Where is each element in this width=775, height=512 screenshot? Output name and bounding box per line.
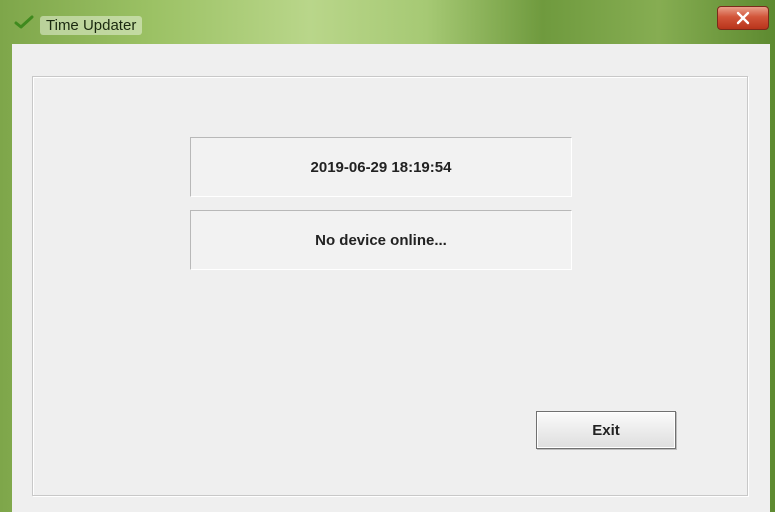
device-status-display: No device online... <box>190 210 572 270</box>
exit-button[interactable]: Exit <box>536 411 676 449</box>
datetime-display: 2019-06-29 18:19:54 <box>190 137 572 197</box>
checkmark-icon <box>14 14 34 30</box>
close-icon <box>736 11 750 25</box>
app-window: Time Updater 2019-06-29 18:19:54 No devi… <box>0 0 775 512</box>
client-area: 2019-06-29 18:19:54 No device online... … <box>12 44 770 512</box>
close-button[interactable] <box>717 6 769 30</box>
window-title: Time Updater <box>40 16 143 35</box>
title-bar[interactable]: Time Updater <box>0 0 775 44</box>
